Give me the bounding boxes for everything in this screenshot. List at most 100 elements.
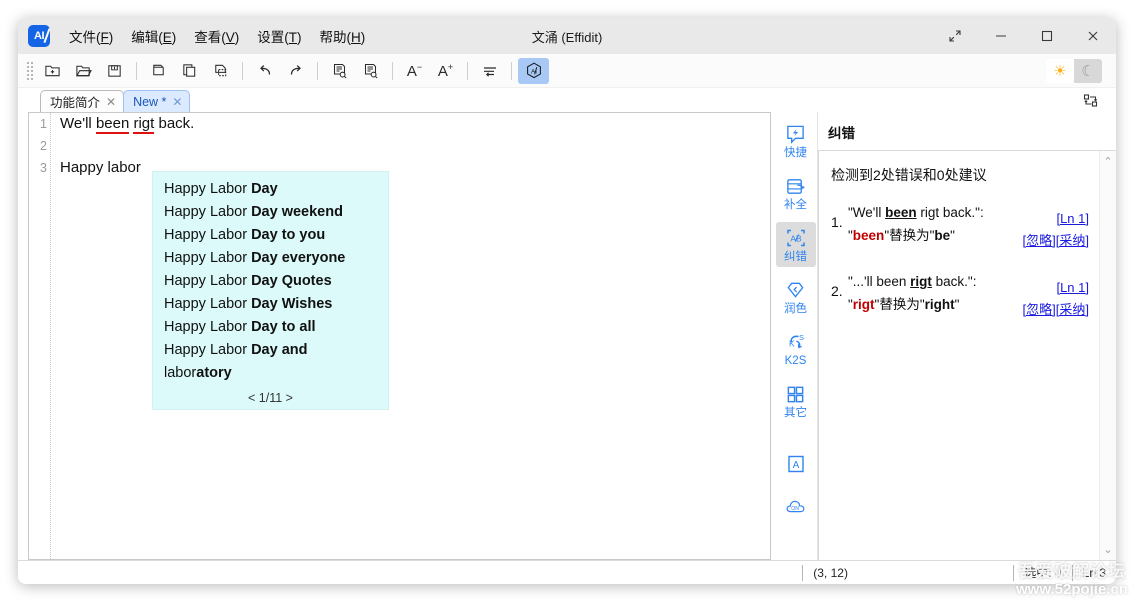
svg-text:ON: ON: [791, 506, 799, 512]
issue-accept-link[interactable]: [采纳]: [1056, 302, 1089, 317]
wrap-lines-button[interactable]: [474, 58, 505, 84]
redo-button[interactable]: [280, 58, 311, 84]
issue-line-link[interactable]: [Ln 1]: [1056, 272, 1089, 295]
autocomplete-item[interactable]: Happy Labor Day Quotes: [153, 270, 388, 293]
menu-item-help[interactable]: 帮助(H): [311, 22, 375, 50]
issue-quote-row: "We'll been rigt back.": [Ln 1]: [848, 203, 1089, 226]
tab-close-icon[interactable]: ✕: [106, 96, 116, 108]
rail-item-cloud-on[interactable]: ON: [776, 491, 816, 521]
find-button[interactable]: [324, 58, 355, 84]
font-increase-icon: A+: [437, 61, 454, 80]
expand-window-button[interactable]: [932, 18, 978, 54]
toolbar-drag-grip[interactable]: [26, 60, 34, 81]
compare-layout-button[interactable]: [1080, 91, 1102, 111]
text-segment: back.: [154, 115, 195, 132]
rail-item-autocomplete[interactable]: 补全: [776, 170, 816, 215]
autocomplete-item[interactable]: Happy Labor Day to all: [153, 316, 388, 339]
autocomplete-popup[interactable]: Happy Labor Day Happy Labor Day weekend …: [152, 171, 389, 410]
undo-button[interactable]: [249, 58, 280, 84]
ac-plain: Happy Labor: [164, 273, 252, 289]
error-word-been[interactable]: been: [95, 115, 130, 134]
font-decrease-button[interactable]: A−: [399, 58, 430, 84]
maximize-window-button[interactable]: [1024, 18, 1070, 54]
rail-item-k2s[interactable]: K S K2S: [776, 326, 816, 371]
light-theme-button[interactable]: ☀: [1046, 58, 1074, 83]
font-increase-button[interactable]: A+: [430, 58, 461, 84]
save-file-button[interactable]: [99, 58, 130, 84]
rail-item-other[interactable]: 其它: [776, 378, 816, 423]
copy-icon: [183, 64, 196, 77]
rail-label-polish: 润色: [784, 303, 807, 315]
menu-item-settings[interactable]: 设置(T): [248, 22, 310, 50]
line-number: 2: [40, 139, 47, 153]
rail-item-polish[interactable]: 润色: [776, 274, 816, 319]
ac-plain: Happy Labor: [164, 181, 252, 197]
rail-item-proofread[interactable]: AB 纠错: [775, 222, 816, 267]
menu-item-help-accel: H: [351, 30, 361, 45]
minimize-window-button[interactable]: [978, 18, 1024, 54]
theme-toggle[interactable]: ☀ ☾: [1046, 58, 1102, 83]
close-window-button[interactable]: [1070, 18, 1116, 54]
status-extra: Ln 3: [1082, 565, 1106, 580]
quote-post: back.":: [931, 274, 977, 289]
status-bar: (3, 12) 选中: 0 Ln 3: [18, 560, 1116, 584]
title-bar: AI 文件(F) 编辑(E) 查看(V) 设置(T) 帮助(H) 文涌 (Eff…: [18, 18, 1116, 54]
feature-rail: 快捷 补全 AB 纠错 润色 K S K2S 其它 A ON: [774, 112, 818, 560]
autocomplete-item[interactable]: Happy Labor Day to you: [153, 224, 388, 247]
tab-close-icon[interactable]: ✕: [172, 96, 182, 108]
replace-button[interactable]: [355, 58, 386, 84]
editor-area[interactable]: 1 2 3 We'll been rigt back. Happy labor …: [28, 112, 771, 560]
ac-bold: Day to all: [251, 319, 316, 335]
menu-item-file[interactable]: 文件(F): [60, 22, 122, 50]
issue-quote: "...'ll been rigt back.":: [848, 272, 976, 292]
panel-scrollbar[interactable]: ⌃ ⌄: [1099, 151, 1116, 560]
paste-button[interactable]: [205, 58, 236, 84]
quick-bolt-icon: [785, 123, 807, 145]
autocomplete-item[interactable]: Happy Labor Day Wishes: [153, 293, 388, 316]
autocomplete-pager[interactable]: < 1/11 >: [153, 385, 388, 405]
rail-item-letter-a[interactable]: A: [776, 448, 816, 478]
tab-new-label: New *: [133, 94, 167, 109]
toolbar-separator-6: [511, 61, 512, 80]
selection-count: 0: [1054, 565, 1062, 580]
autocomplete-item[interactable]: Happy Labor Day weekend: [153, 201, 388, 224]
issue-item-2[interactable]: 2. "...'ll been rigt back.": [Ln 1] "rig…: [831, 272, 1089, 319]
autocomplete-item[interactable]: Happy Labor Day everyone: [153, 247, 388, 270]
scroll-up-icon[interactable]: ⌃: [1103, 155, 1112, 168]
error-word-rigt[interactable]: rigt: [133, 115, 155, 134]
menu-item-view[interactable]: 查看(V): [185, 22, 248, 50]
dark-theme-button[interactable]: ☾: [1074, 58, 1102, 83]
issue-fix: "rigt"替换为"right": [848, 295, 959, 315]
document-line-2: [60, 135, 770, 157]
issue-ignore-link[interactable]: [忽略]: [1023, 233, 1056, 248]
ac-bold: Day everyone: [251, 250, 346, 266]
font-decrease-icon: A−: [406, 61, 423, 80]
new-file-button[interactable]: [37, 58, 68, 84]
quote-error-word: rigt: [910, 274, 932, 289]
issue-ignore-link[interactable]: [忽略]: [1023, 302, 1056, 317]
issue-line-link[interactable]: [Ln 1]: [1056, 203, 1089, 226]
autocomplete-item[interactable]: laboratory: [153, 362, 388, 385]
paste-icon: [215, 64, 227, 77]
autocomplete-item[interactable]: Happy Labor Day and: [153, 339, 388, 362]
ac-plain: Happy Labor: [164, 296, 252, 312]
menu-item-file-label: 文件: [69, 30, 96, 45]
issue-number: 1.: [831, 214, 843, 230]
autocomplete-item[interactable]: Happy Labor Day: [153, 178, 388, 201]
issue-item-1[interactable]: 1. "We'll been rigt back.": [Ln 1] " been…: [831, 203, 1089, 250]
swap-panels-icon: [1083, 94, 1098, 107]
open-file-button[interactable]: [68, 58, 99, 84]
cut-button[interactable]: [143, 58, 174, 84]
tab-intro[interactable]: 功能简介 ✕: [40, 90, 125, 112]
ai-assist-button[interactable]: AI: [518, 57, 549, 84]
rail-item-quick[interactable]: 快捷: [776, 118, 816, 163]
scroll-down-icon[interactable]: ⌄: [1103, 543, 1112, 556]
menu-item-edit-accel: E: [162, 30, 172, 45]
panel-inner: 检测到2处错误和0处建议 1. "We'll been rigt back.":…: [818, 150, 1116, 560]
tab-new[interactable]: New * ✕: [123, 90, 191, 112]
copy-button[interactable]: [174, 58, 205, 84]
line-number-gutter: 1 2 3: [29, 113, 51, 559]
menu-item-edit[interactable]: 编辑(E): [122, 22, 185, 50]
find-icon: [333, 63, 347, 78]
issue-accept-link[interactable]: [采纳]: [1056, 233, 1089, 248]
